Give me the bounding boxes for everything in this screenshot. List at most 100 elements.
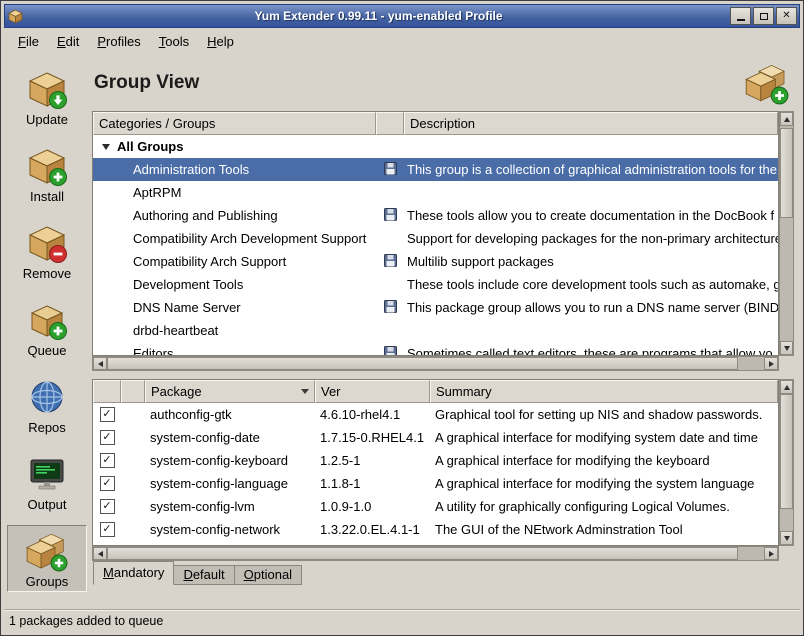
sidebar-item-install[interactable]: Install	[7, 140, 87, 207]
minimize-button[interactable]	[730, 7, 751, 25]
packages-hscrollbar[interactable]	[92, 546, 779, 561]
package-version: 1.2.5-1	[315, 453, 430, 468]
column-header-ver[interactable]: Ver	[315, 380, 430, 403]
package-filter-tabs: Mandatory Default Optional	[92, 561, 794, 585]
column-header-description[interactable]: Description	[404, 112, 778, 135]
package-checkbox-checked[interactable]	[100, 499, 115, 514]
sidebar-item-groups[interactable]: Groups	[7, 525, 87, 592]
maximize-button[interactable]	[753, 7, 774, 25]
maximize-icon	[760, 13, 768, 20]
sidebar-item-queue[interactable]: Queue	[7, 294, 87, 361]
menu-edit[interactable]: Edit	[49, 31, 87, 52]
vscroll-thumb[interactable]	[780, 394, 793, 509]
hscroll-thumb[interactable]	[107, 547, 738, 560]
package-checkbox-checked[interactable]	[100, 476, 115, 491]
scroll-up-button[interactable]	[780, 112, 793, 126]
groups-table-block: Categories / Groups Description All Grou…	[92, 111, 794, 371]
scroll-down-button[interactable]	[780, 531, 793, 545]
scroll-right-button[interactable]	[764, 357, 778, 370]
package-row[interactable]: system-config-date 1.7.15-0.RHEL4.1 A gr…	[93, 426, 778, 449]
sidebar-item-repos[interactable]: Repos	[7, 371, 87, 438]
package-checkbox-checked[interactable]	[100, 522, 115, 537]
scroll-down-button[interactable]	[780, 341, 793, 355]
sidebar-label: Output	[27, 497, 66, 512]
groups-hscrollbar[interactable]	[92, 356, 779, 371]
group-row[interactable]: Editors Sometimes called text editors, t…	[93, 342, 778, 355]
sidebar-item-update[interactable]: Update	[7, 63, 87, 130]
package-version: 1.1.8-1	[315, 476, 430, 491]
group-row[interactable]: Development Tools These tools include co…	[93, 273, 778, 296]
close-icon: ✕	[782, 11, 790, 21]
package-row[interactable]: system-config-language 1.1.8-1 A graphic…	[93, 472, 778, 495]
status-text: 1 packages added to queue	[9, 614, 163, 628]
group-name: Administration Tools	[93, 162, 376, 177]
packages-table-header: Package Ver Summary	[93, 380, 778, 403]
group-row[interactable]: Compatibility Arch Support Multilib supp…	[93, 250, 778, 273]
scroll-up-button[interactable]	[780, 380, 793, 394]
sidebar-item-remove[interactable]: Remove	[7, 217, 87, 284]
group-view-icon	[744, 60, 790, 106]
menu-profiles[interactable]: Profiles	[89, 31, 148, 52]
sidebar-label: Update	[26, 112, 68, 127]
groups-vscrollbar[interactable]	[779, 111, 794, 356]
package-checkbox-checked[interactable]	[100, 407, 115, 422]
package-summary: A graphical interface for modifying the …	[430, 476, 778, 491]
sidebar-label: Queue	[27, 343, 66, 358]
tab-default[interactable]: Default	[174, 565, 234, 585]
column-header-flag[interactable]	[121, 380, 145, 403]
package-row[interactable]: system-config-lvm 1.0.9-1.0 A utility fo…	[93, 495, 778, 518]
groups-table-body: All Groups Administration Tools This gro…	[93, 135, 778, 355]
group-row[interactable]: Compatibility Arch Development Support S…	[93, 227, 778, 250]
group-name: Authoring and Publishing	[93, 208, 376, 223]
content: Update Install	[4, 55, 800, 609]
queue-icon	[25, 298, 69, 342]
groups-icon	[25, 529, 69, 573]
package-row[interactable]: authconfig-gtk 4.6.10-rhel4.1 Graphical …	[93, 403, 778, 426]
expander-icon[interactable]	[102, 144, 110, 150]
scroll-left-button[interactable]	[93, 547, 107, 560]
package-version: 1.3.22.0.EL.4.1-1	[315, 522, 430, 537]
group-row[interactable]: DNS Name Server This package group allow…	[93, 296, 778, 319]
titlebar[interactable]: Yum Extender 0.99.11 - yum-enabled Profi…	[4, 4, 800, 28]
sort-arrow-icon[interactable]	[301, 389, 309, 394]
close-button[interactable]: ✕	[776, 7, 797, 25]
column-header-icon[interactable]	[376, 112, 404, 135]
column-header-package[interactable]: Package	[145, 380, 315, 403]
menu-file[interactable]: File	[10, 31, 47, 52]
installed-icon	[384, 208, 397, 224]
package-name: system-config-lvm	[145, 499, 315, 514]
package-checkbox-checked[interactable]	[100, 453, 115, 468]
arrow-down-icon	[784, 346, 790, 351]
group-row[interactable]: drbd-heartbeat	[93, 319, 778, 342]
package-version: 1.0.9-1.0	[315, 499, 430, 514]
arrow-left-icon	[98, 361, 103, 367]
package-checkbox-checked[interactable]	[100, 430, 115, 445]
hscroll-thumb[interactable]	[107, 357, 738, 370]
column-header-summary[interactable]: Summary	[430, 380, 778, 403]
group-row[interactable]: Administration Tools This group is a col…	[93, 158, 778, 181]
package-summary: A utility for graphically configuring Lo…	[430, 499, 778, 514]
package-row[interactable]: system-config-keyboard 1.2.5-1 A graphic…	[93, 449, 778, 472]
scroll-right-button[interactable]	[764, 547, 778, 560]
scroll-left-button[interactable]	[93, 357, 107, 370]
menu-tools[interactable]: Tools	[151, 31, 197, 52]
page-title: Group View	[94, 72, 199, 94]
package-name: system-config-keyboard	[145, 453, 315, 468]
group-row[interactable]: Authoring and Publishing These tools all…	[93, 204, 778, 227]
column-header-categories[interactable]: Categories / Groups	[93, 112, 376, 135]
update-icon	[25, 67, 69, 111]
arrow-up-icon	[784, 117, 790, 122]
package-summary: A graphical interface for modifying syst…	[430, 430, 778, 445]
packages-vscrollbar[interactable]	[779, 379, 794, 546]
menu-help[interactable]: Help	[199, 31, 242, 52]
tab-optional[interactable]: Optional	[235, 565, 302, 585]
sidebar: Update Install	[4, 55, 90, 609]
group-root-row[interactable]: All Groups	[93, 135, 778, 158]
vscroll-thumb[interactable]	[780, 128, 793, 218]
column-header-checkbox[interactable]	[93, 380, 121, 403]
group-row[interactable]: AptRPM	[93, 181, 778, 204]
repos-globe-icon	[25, 375, 69, 419]
package-row[interactable]: system-config-network 1.3.22.0.EL.4.1-1 …	[93, 518, 778, 541]
tab-mandatory[interactable]: Mandatory	[93, 561, 174, 585]
sidebar-item-output[interactable]: Output	[7, 448, 87, 515]
